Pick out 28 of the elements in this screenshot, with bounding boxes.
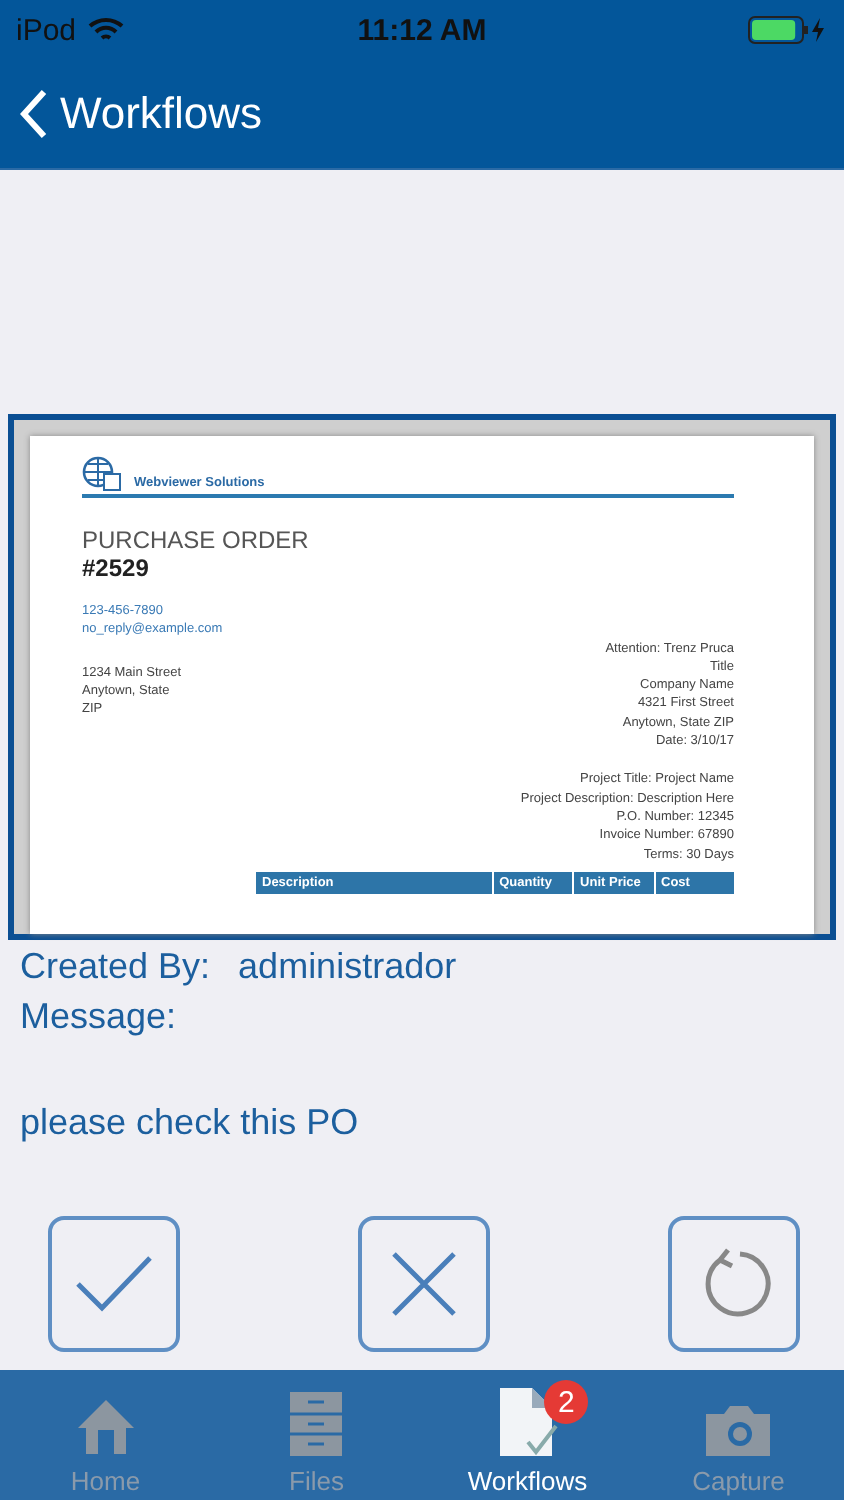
- message-text: please check this PO: [20, 1102, 361, 1144]
- home-icon: [73, 1394, 138, 1458]
- approve-button[interactable]: [48, 1216, 180, 1352]
- checkmark-icon: [74, 1254, 154, 1314]
- cabinet-icon: [288, 1390, 345, 1458]
- camera-icon: [704, 1402, 773, 1458]
- carrier-label: iPod: [16, 13, 77, 47]
- document-preview[interactable]: [8, 414, 836, 940]
- globe-icon: [82, 456, 122, 492]
- tab-item[interactable]: Files: [211, 1370, 422, 1500]
- document-title: PURCHASE ORDER: [82, 526, 311, 554]
- back-button[interactable]: Workflows: [20, 88, 263, 140]
- message-label: Message:: [20, 994, 179, 1040]
- reject-button[interactable]: [358, 1216, 490, 1352]
- document-check-icon: [495, 1386, 560, 1458]
- close-icon: [390, 1250, 458, 1318]
- order-number: #2529: [82, 554, 151, 582]
- battery-icon: [747, 16, 828, 44]
- tab-item[interactable]: Capture: [633, 1370, 844, 1500]
- created-by-value: administrador: [238, 944, 457, 990]
- tab-item[interactable]: Workflows 2: [422, 1370, 633, 1500]
- created-by-label: Created By:: [20, 944, 211, 990]
- clock-time: 11:12 AM: [357, 13, 487, 47]
- reset-button[interactable]: [668, 1216, 800, 1352]
- tab-item[interactable]: Home: [0, 1370, 211, 1500]
- wifi-icon: [88, 16, 125, 44]
- notification-badge: 2: [544, 1380, 589, 1424]
- chevron-left-icon: [20, 88, 48, 140]
